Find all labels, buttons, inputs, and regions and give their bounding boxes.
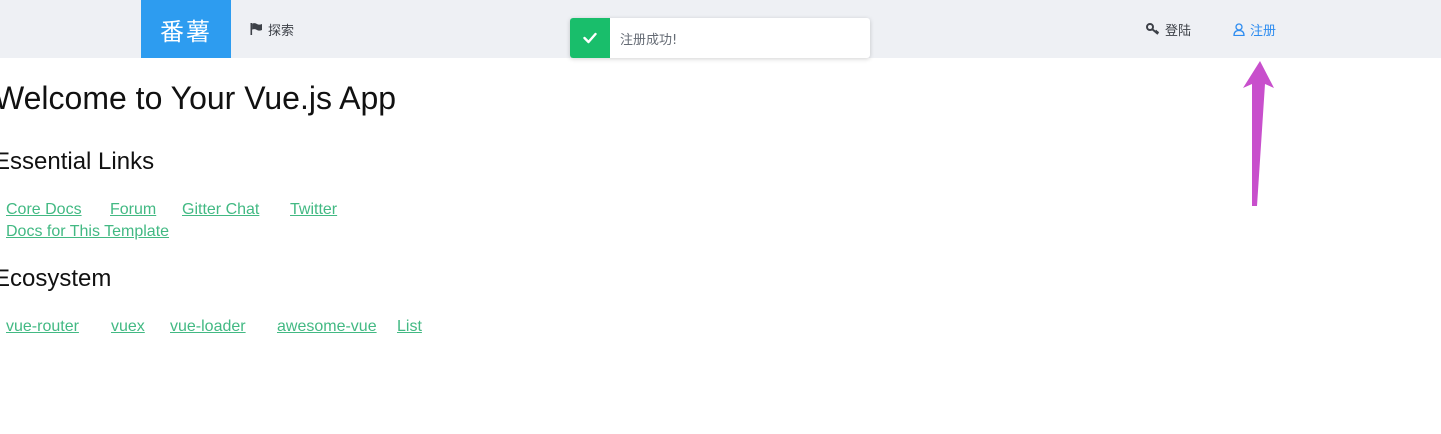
nav-register[interactable]: 注册 <box>1233 0 1276 58</box>
page-title: Welcome to Your Vue.js App <box>0 80 397 116</box>
nav-login-label: 登陆 <box>1165 23 1192 39</box>
annotation-arrow-icon <box>1243 61 1274 206</box>
link-gitter-chat[interactable]: Gitter Chat <box>182 201 259 219</box>
flag-icon <box>250 23 262 35</box>
link-list[interactable]: List <box>397 318 422 336</box>
link-forum[interactable]: Forum <box>110 201 156 219</box>
toast-icon-box <box>570 18 610 58</box>
nav-explore-label: 探索 <box>268 23 295 39</box>
link-core-docs[interactable]: Core Docs <box>6 201 82 219</box>
link-vuex[interactable]: vuex <box>111 318 145 336</box>
user-icon <box>1233 22 1245 36</box>
nav-explore[interactable]: 探索 <box>250 0 294 58</box>
check-icon <box>583 32 597 44</box>
ecosystem-heading: Ecosystem <box>0 265 112 292</box>
key-icon <box>1146 23 1160 35</box>
nav-login[interactable]: 登陆 <box>1146 0 1191 58</box>
link-vue-loader[interactable]: vue-loader <box>170 318 246 336</box>
logo[interactable]: 番薯 <box>141 0 231 58</box>
success-toast: 注册成功! <box>570 18 870 58</box>
nav-register-label: 注册 <box>1250 23 1277 39</box>
link-twitter[interactable]: Twitter <box>290 201 337 219</box>
essential-links-heading: Essential Links <box>0 148 155 175</box>
link-docs-template[interactable]: Docs for This Template <box>6 223 169 241</box>
link-awesome-vue[interactable]: awesome-vue <box>277 318 377 336</box>
link-vue-router[interactable]: vue-router <box>6 318 79 336</box>
toast-message: 注册成功! <box>620 32 678 48</box>
